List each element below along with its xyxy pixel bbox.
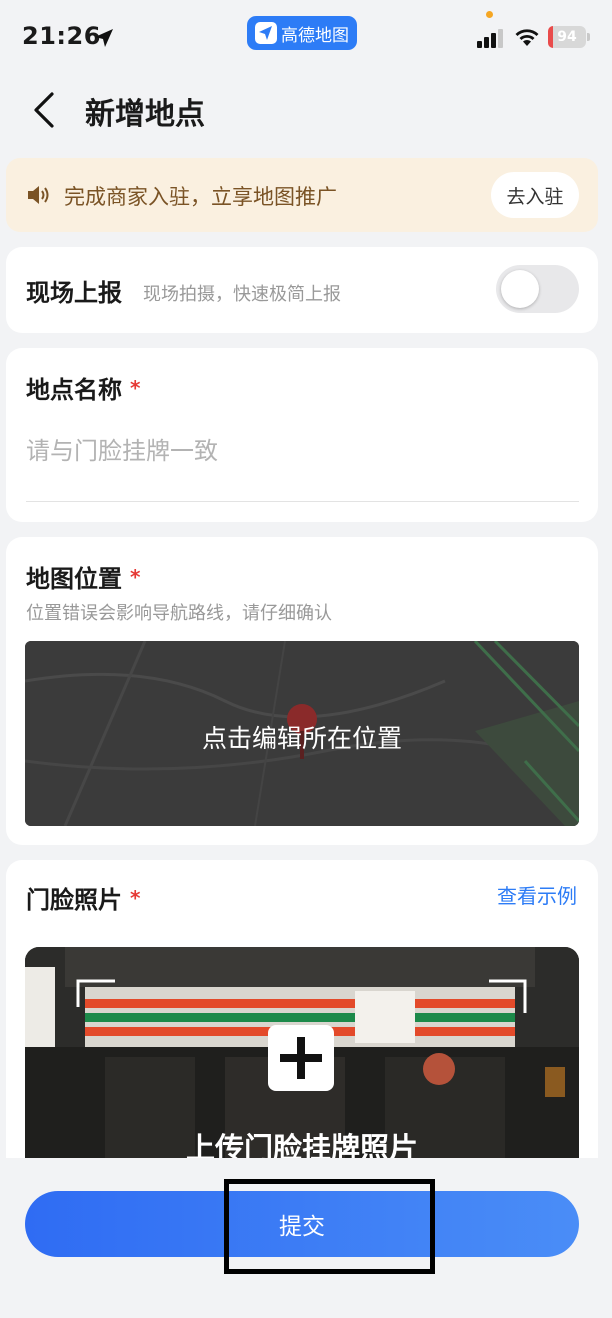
place-name-input[interactable]	[26, 428, 579, 474]
banner-text: 完成商家入驻，立享地图推广	[64, 185, 337, 209]
storefront-photo-title: 门脸照片	[26, 886, 122, 914]
required-mark: *	[130, 565, 141, 589]
add-photo-button[interactable]	[268, 1025, 334, 1091]
place-name-card: 地点名称 *	[6, 348, 598, 522]
onsite-report-subtitle: 现场拍摄，快速极简上报	[143, 284, 341, 305]
wifi-icon	[515, 29, 539, 46]
onsite-report-title: 现场上报	[26, 279, 122, 307]
highlight-annotation-box	[224, 1179, 435, 1274]
place-name-title: 地点名称	[26, 376, 122, 404]
plus-icon	[280, 1037, 322, 1079]
map-location-description: 位置错误会影响导航路线，请仔细确认	[26, 603, 332, 624]
onsite-report-card: 现场上报 现场拍摄，快速极简上报	[6, 247, 598, 333]
toggle-knob	[501, 270, 539, 308]
status-bar: 21:26 高德地图 94	[0, 0, 612, 74]
view-example-link[interactable]: 查看示例	[497, 880, 577, 909]
merchant-banner: 完成商家入驻，立享地图推广 去入驻	[6, 158, 598, 232]
place-name-label: 地点名称 *	[26, 370, 140, 405]
app-return-pill[interactable]: 高德地图	[247, 16, 357, 50]
map-edit-label: 点击编辑所在位置	[201, 724, 402, 753]
input-underline	[26, 501, 579, 502]
battery-indicator: 94	[548, 26, 590, 48]
photo-upload-area[interactable]: 上传门脸挂牌照片	[25, 947, 579, 1180]
onsite-report-toggle[interactable]	[496, 265, 579, 313]
speaker-icon	[28, 186, 49, 204]
location-arrow-icon	[95, 29, 113, 47]
back-button[interactable]	[28, 88, 64, 132]
required-mark: *	[130, 886, 141, 910]
status-time: 21:26	[22, 22, 101, 50]
battery-level: 94	[557, 29, 577, 45]
cellular-signal-icon	[477, 29, 503, 48]
privacy-indicator-dot	[486, 11, 493, 18]
app-name: 高德地图	[281, 25, 349, 46]
amap-logo-icon	[255, 22, 277, 44]
map-location-card: 地图位置 * 位置错误会影响导航路线，请仔细确认 点击编辑所在位置	[6, 537, 598, 845]
storefront-photo-label: 门脸照片 *	[26, 880, 140, 915]
page-title: 新增地点	[85, 97, 205, 132]
required-mark: *	[130, 376, 141, 400]
storefront-photo-card: 门脸照片 * 查看示例 上传门脸挂牌照片	[6, 860, 598, 1180]
map-location-title: 地图位置	[26, 565, 122, 593]
join-merchant-button[interactable]: 去入驻	[491, 172, 579, 218]
map-preview[interactable]: 点击编辑所在位置	[25, 641, 579, 826]
bottom-action-bar: 提交	[0, 1158, 612, 1318]
map-location-label: 地图位置 *	[26, 559, 140, 594]
